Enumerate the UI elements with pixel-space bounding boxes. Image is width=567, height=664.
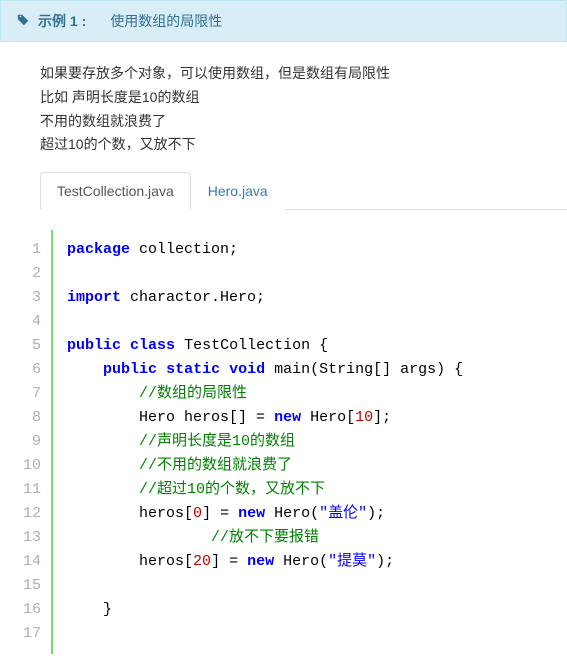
code-line — [67, 574, 463, 598]
code-line: Hero heros[] = new Hero[10]; — [67, 406, 463, 430]
line-number: 10 — [23, 454, 41, 478]
description-line: 不用的数组就浪费了 — [40, 110, 552, 134]
code-line: //超过10的个数，又放不下 — [67, 478, 463, 502]
description-line: 如果要存放多个对象，可以使用数组，但是数组有局限性 — [40, 62, 552, 86]
description-line: 超过10的个数，又放不下 — [40, 133, 552, 157]
line-number: 13 — [23, 526, 41, 550]
line-number: 15 — [23, 574, 41, 598]
code-line: heros[20] = new Hero("提莫"); — [67, 550, 463, 574]
code-line — [67, 310, 463, 334]
example-banner: 示例 1 : 使用数组的局限性 — [0, 0, 567, 42]
code-line: //数组的局限性 — [67, 382, 463, 406]
line-number: 11 — [23, 478, 41, 502]
code-block: 1234567891011121314151617 package collec… — [15, 230, 552, 654]
line-number: 1 — [23, 238, 41, 262]
example-title: 使用数组的局限性 — [110, 11, 222, 31]
line-number: 9 — [23, 430, 41, 454]
line-number: 6 — [23, 358, 41, 382]
code-line: public class TestCollection { — [67, 334, 463, 358]
line-number: 5 — [23, 334, 41, 358]
code-line: //声明长度是10的数组 — [67, 430, 463, 454]
description-line: 比如 声明长度是10的数组 — [40, 86, 552, 110]
example-label: 示例 1 : — [38, 11, 86, 31]
code-line: heros[0] = new Hero("盖伦"); — [67, 502, 463, 526]
tag-icon — [16, 13, 30, 30]
tab-hero[interactable]: Hero.java — [191, 172, 285, 210]
code-line: //不用的数组就浪费了 — [67, 454, 463, 478]
code-content: package collection; import charactor.Her… — [53, 230, 463, 654]
line-number: 14 — [23, 550, 41, 574]
line-number: 2 — [23, 262, 41, 286]
line-number: 7 — [23, 382, 41, 406]
code-line: package collection; — [67, 238, 463, 262]
line-number: 17 — [23, 622, 41, 646]
code-line — [67, 262, 463, 286]
line-number: 8 — [23, 406, 41, 430]
description-block: 如果要存放多个对象，可以使用数组，但是数组有局限性 比如 声明长度是10的数组 … — [0, 42, 567, 172]
line-number: 3 — [23, 286, 41, 310]
line-numbers: 1234567891011121314151617 — [15, 230, 53, 654]
line-number: 16 — [23, 598, 41, 622]
code-line: public static void main(String[] args) { — [67, 358, 463, 382]
line-number: 12 — [23, 502, 41, 526]
tab-testcollection[interactable]: TestCollection.java — [40, 172, 191, 210]
code-line: import charactor.Hero; — [67, 286, 463, 310]
code-line: //放不下要报错 — [67, 526, 463, 550]
file-tabs: TestCollection.java Hero.java — [40, 172, 567, 210]
code-line — [67, 622, 463, 646]
code-line: } — [67, 598, 463, 622]
line-number: 4 — [23, 310, 41, 334]
